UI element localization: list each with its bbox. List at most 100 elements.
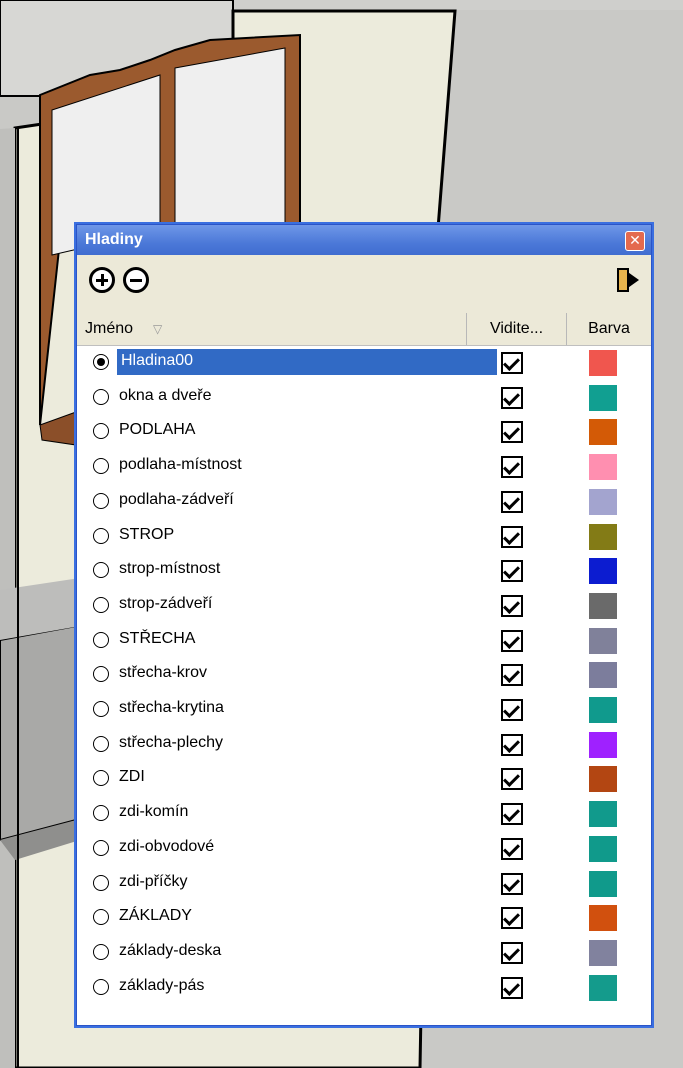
remove-layer-button[interactable] [123,267,149,293]
layer-color-swatch[interactable] [589,350,617,376]
layer-row[interactable]: základy-deska [77,935,651,970]
layer-color-swatch[interactable] [589,835,617,862]
layer-row[interactable]: STROP [77,519,651,554]
active-layer-radio[interactable] [93,701,109,717]
visibility-checkbox[interactable] [501,699,523,721]
layer-row[interactable]: PODLAHA [77,414,651,449]
layer-color-swatch[interactable] [589,454,617,481]
details-arrow-icon[interactable] [617,268,639,292]
layer-color-swatch[interactable] [589,662,617,689]
active-layer-radio[interactable] [93,562,109,579]
visibility-checkbox[interactable] [501,560,523,583]
layer-name[interactable]: základy-pás [119,977,204,995]
layer-name[interactable]: zdi-komín [119,803,188,821]
visibility-checkbox[interactable] [501,907,523,930]
visibility-checkbox[interactable] [501,837,523,860]
visibility-checkbox[interactable] [501,525,523,548]
column-color-header[interactable]: Barva [567,313,651,345]
layer-name[interactable]: strop-zádveří [119,595,212,613]
layer-name[interactable]: strop-místnost [119,560,220,578]
active-layer-radio[interactable] [93,492,109,509]
visibility-checkbox[interactable] [501,872,523,895]
layer-row[interactable]: střecha-plechy [77,727,651,762]
active-layer-radio[interactable] [93,388,109,405]
layer-row[interactable]: ZÁKLADY [77,900,651,935]
visibility-checkbox[interactable] [501,664,523,687]
active-layer-radio[interactable] [93,423,109,440]
layer-row[interactable]: střecha-krov [77,657,651,692]
layer-name[interactable]: PODLAHA [119,421,195,439]
layer-name[interactable]: střecha-plechy [119,734,223,752]
active-layer-radio[interactable] [93,458,109,475]
dialog-titlebar[interactable]: Hladiny ✕ [77,225,651,255]
visibility-checkbox[interactable] [501,976,523,999]
column-visible-header[interactable]: Vidite... [467,313,567,345]
visibility-checkbox[interactable] [501,941,523,964]
layer-name[interactable]: podlaha-místnost [119,456,242,474]
column-name-header[interactable]: Jméno ▽ [77,313,467,345]
layer-name[interactable]: STŘECHA [119,630,195,648]
layer-row[interactable]: Hladina00 [77,345,651,380]
layer-row[interactable]: strop-místnost [77,553,651,588]
layer-color-swatch[interactable] [589,627,617,654]
visibility-checkbox[interactable] [501,352,523,374]
layer-row[interactable]: podlaha-místnost [77,449,651,484]
layer-name[interactable]: střecha-krytina [119,699,224,717]
visibility-checkbox[interactable] [501,386,523,409]
visibility-checkbox[interactable] [501,768,523,791]
active-layer-radio[interactable] [93,770,109,787]
layer-row[interactable]: střecha-krytina [77,692,651,727]
active-layer-radio[interactable] [93,354,109,370]
visibility-checkbox[interactable] [501,594,523,617]
active-layer-radio[interactable] [93,666,109,683]
visibility-checkbox[interactable] [501,456,523,479]
layer-color-swatch[interactable] [589,488,617,515]
layer-color-swatch[interactable] [589,766,617,793]
visibility-checkbox[interactable] [501,421,523,444]
layer-row[interactable]: strop-zádveří [77,588,651,623]
layer-row[interactable]: ZDI [77,761,651,796]
layer-color-swatch[interactable] [589,419,617,446]
layer-color-swatch[interactable] [589,731,617,758]
active-layer-radio[interactable] [93,909,109,926]
layer-color-swatch[interactable] [589,523,617,550]
active-layer-radio[interactable] [93,527,109,544]
visibility-checkbox[interactable] [501,733,523,756]
active-layer-radio[interactable] [93,631,109,648]
layer-name[interactable]: střecha-krov [119,664,207,682]
layer-color-swatch[interactable] [589,939,617,966]
layer-row[interactable]: základy-pás [77,970,651,1005]
layer-row[interactable]: podlaha-zádveří [77,484,651,519]
layer-name[interactable]: Hladina00 [117,352,198,370]
layer-name[interactable]: zdi-příčky [119,873,187,891]
layer-row[interactable]: zdi-příčky [77,866,651,901]
layer-color-swatch[interactable] [589,870,617,897]
add-layer-button[interactable] [89,267,115,293]
visibility-checkbox[interactable] [501,490,523,513]
layer-row[interactable]: zdi-obvodové [77,831,651,866]
active-layer-radio[interactable] [93,943,109,960]
close-icon[interactable]: ✕ [625,231,645,251]
layer-name[interactable]: základy-deska [119,942,221,960]
active-layer-radio[interactable] [93,874,109,891]
active-layer-radio[interactable] [93,978,109,995]
layer-color-swatch[interactable] [589,697,617,723]
layer-color-swatch[interactable] [589,384,617,411]
layer-name[interactable]: STROP [119,526,174,544]
layer-name[interactable]: zdi-obvodové [119,838,214,856]
visibility-checkbox[interactable] [501,629,523,652]
layer-name[interactable]: okna a dveře [119,387,212,405]
layer-name[interactable]: ZÁKLADY [119,907,192,925]
layer-color-swatch[interactable] [589,801,617,828]
layer-name[interactable]: ZDI [119,768,145,786]
layer-row[interactable]: okna a dveře [77,380,651,415]
active-layer-radio[interactable] [93,805,109,822]
active-layer-radio[interactable] [93,839,109,856]
visibility-checkbox[interactable] [501,803,523,826]
layer-row[interactable]: STŘECHA [77,623,651,658]
active-layer-radio[interactable] [93,596,109,613]
layer-color-swatch[interactable] [589,974,617,1001]
active-layer-radio[interactable] [93,735,109,752]
layer-color-swatch[interactable] [589,558,617,585]
layer-row[interactable]: zdi-komín [77,796,651,831]
